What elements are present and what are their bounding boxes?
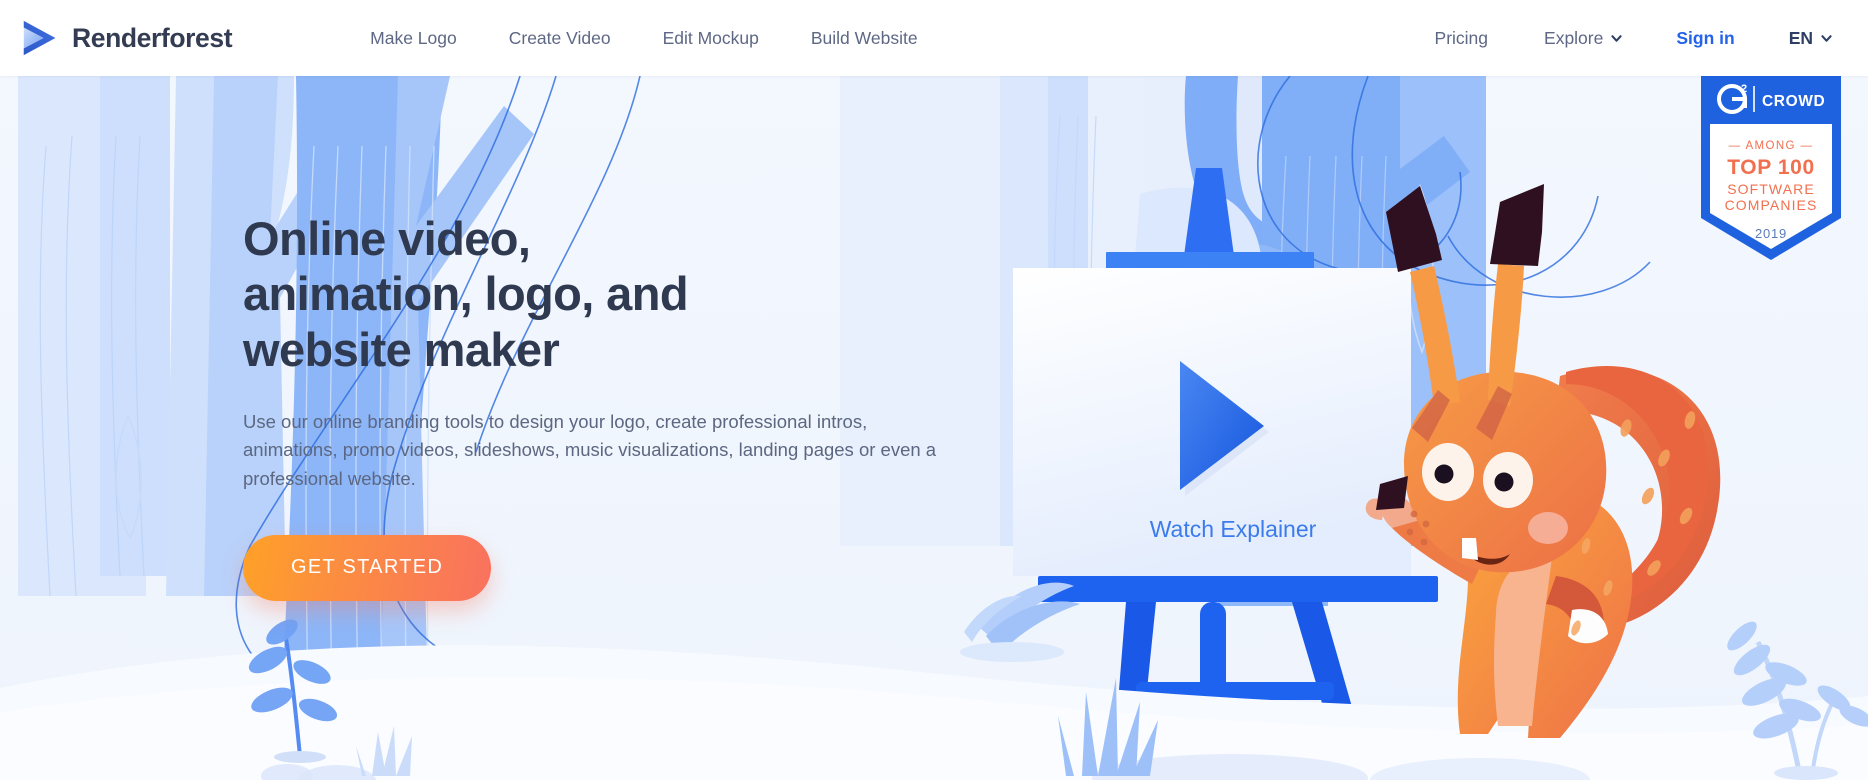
hero-copy: Online video, animation, logo, and websi…	[243, 211, 1003, 601]
logo-link[interactable]: Renderforest	[19, 17, 233, 59]
sign-in-link[interactable]: Sign in	[1650, 28, 1760, 49]
nav-item-create-video[interactable]: Create Video	[483, 28, 637, 49]
badge-category-line2: COMPANIES	[1725, 197, 1818, 213]
watch-explainer-link[interactable]: Watch Explainer	[1108, 516, 1358, 543]
hero-section: Online video, animation, logo, and websi…	[0, 76, 1868, 780]
nav-item-make-logo[interactable]: Make Logo	[344, 28, 483, 49]
nav-item-explore-label: Explore	[1544, 27, 1604, 48]
badge-among-text: — AMONG —	[1729, 140, 1814, 152]
nav-item-pricing-label: Pricing	[1434, 27, 1489, 48]
easel-ledge	[1038, 576, 1438, 602]
badge-category-line1: SOFTWARE	[1727, 181, 1815, 197]
nav-item-edit-mockup[interactable]: Edit Mockup	[637, 28, 785, 49]
page-title: Online video, animation, logo, and websi…	[243, 212, 689, 376]
g2-superscript: 2	[1741, 83, 1747, 95]
badge-rank-text: TOP 100	[1727, 156, 1814, 179]
language-label: EN	[1788, 27, 1813, 48]
page-root: Renderforest Make Logo Create Video Edit…	[0, 0, 1868, 780]
language-selector[interactable]: EN	[1761, 28, 1854, 49]
sign-in-label: Sign in	[1676, 27, 1735, 48]
g2-crowd-text: CROWD	[1762, 93, 1825, 110]
chevron-down-icon	[1821, 34, 1832, 42]
hero-description: Use our online branding tools to design …	[243, 411, 937, 489]
primary-nav: Make Logo Create Video Edit Mockup Build…	[344, 28, 943, 49]
play-triangle-icon	[23, 20, 56, 56]
badge-year-text: 2019	[1755, 226, 1787, 241]
nav-item-build-website[interactable]: Build Website	[785, 28, 944, 49]
chevron-down-icon	[1611, 34, 1622, 42]
logo-wordmark: Renderforest	[72, 22, 233, 53]
g2-crowd-badge[interactable]: 2 CROWD — AMONG — TOP 100 SOFTWARE COMPA…	[1696, 76, 1846, 264]
nav-item-explore[interactable]: Explore	[1516, 28, 1650, 49]
g2-badge-icon: 2 CROWD — AMONG — TOP 100 SOFTWARE COMPA…	[1701, 76, 1841, 260]
secondary-nav: Pricing Explore Sign in EN	[1407, 28, 1854, 49]
get-started-button[interactable]: GET STARTED	[243, 534, 492, 601]
nav-item-pricing[interactable]: Pricing	[1407, 28, 1517, 49]
site-header: Renderforest Make Logo Create Video Edit…	[0, 0, 1868, 76]
